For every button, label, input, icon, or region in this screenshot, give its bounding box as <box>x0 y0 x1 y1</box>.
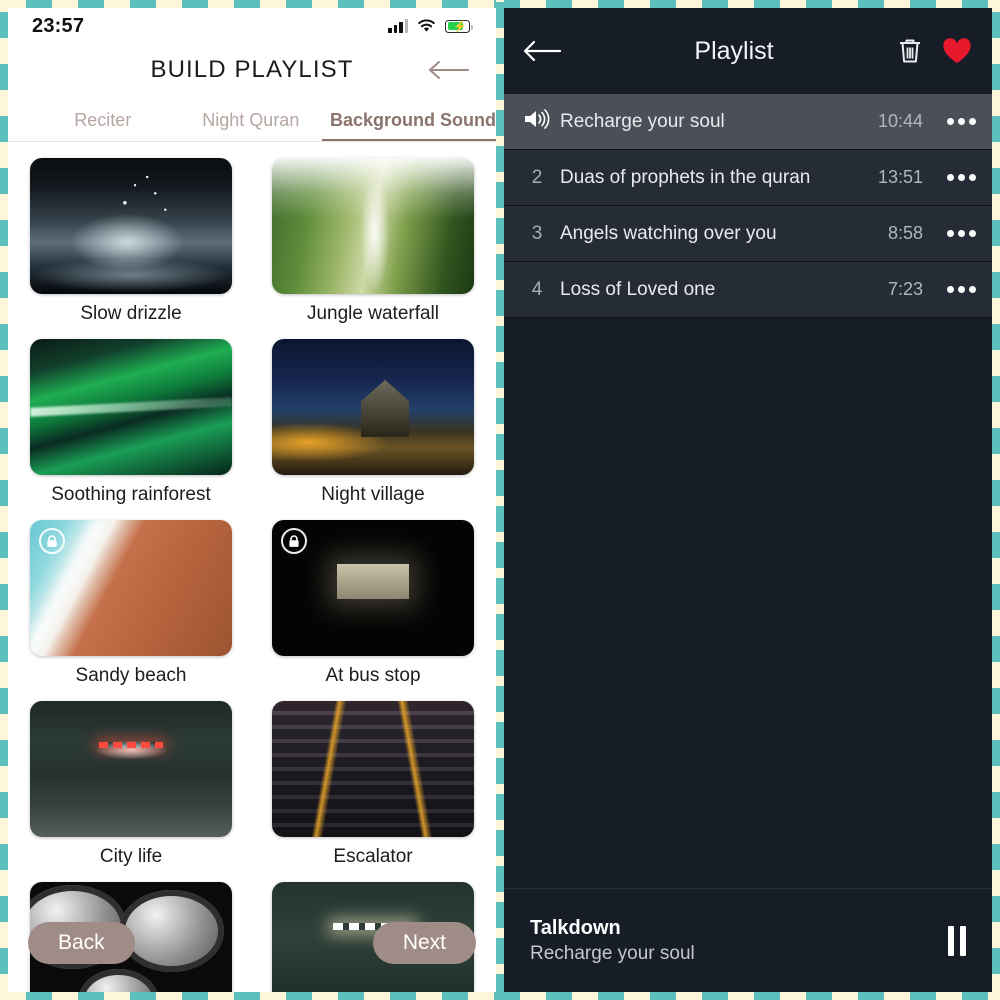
status-bar-clock: 23:57 <box>32 14 85 37</box>
screenshot-stage: 23:57 ⚡ BUILD PLAYLIST Reciter Night Qur… <box>0 0 1000 1000</box>
playlist-app-bar: Playlist <box>504 8 992 94</box>
track-duration: 10:44 <box>877 111 923 131</box>
now-playing-subtitle: Recharge your soul <box>530 942 695 964</box>
lock-icon <box>39 528 65 554</box>
sound-thumbnail <box>30 520 232 656</box>
playlist-row[interactable]: 4 Loss of Loved one 7:23 <box>504 262 992 318</box>
status-bar-icons: ⚡ <box>388 19 474 33</box>
volume-up-icon <box>514 107 560 137</box>
sound-card[interactable]: Sandy beach <box>30 520 232 687</box>
track-name: Duas of prophets in the quran <box>560 166 811 188</box>
app-bar: BUILD PLAYLIST <box>8 44 496 96</box>
playlist-row[interactable]: 3 Angels watching over you 8:58 <box>504 206 992 262</box>
playlist-empty-area <box>504 318 992 888</box>
track-name: Angels watching over you <box>560 222 777 244</box>
playlist-row[interactable]: 2 Duas of prophets in the quran 13:51 <box>504 150 992 206</box>
signal-bars-icon <box>388 19 408 33</box>
arrow-left-icon[interactable] <box>522 39 562 63</box>
sound-thumbnail <box>272 339 474 475</box>
track-duration: 8:58 <box>887 223 923 243</box>
sound-thumbnail <box>272 701 474 837</box>
sound-card[interactable]: City life <box>30 701 232 868</box>
tab-bar: Reciter Night Quran Background Sound <box>8 96 496 142</box>
sound-thumbnail <box>30 158 232 294</box>
sound-label: Soothing rainforest <box>51 484 211 505</box>
track-index: 4 <box>531 278 543 300</box>
lock-icon <box>281 528 307 554</box>
playlist-screen: Playlist Recharge your soul 10:44 2 Duas… <box>504 8 992 992</box>
track-name: Loss of Loved one <box>560 278 716 300</box>
more-horizontal-icon[interactable] <box>947 230 976 237</box>
build-playlist-screen: 23:57 ⚡ BUILD PLAYLIST Reciter Night Qur… <box>8 8 496 992</box>
now-playing-title: Talkdown <box>530 916 621 939</box>
trash-icon[interactable] <box>896 36 924 66</box>
sound-label: Escalator <box>333 846 413 867</box>
sound-thumbnail <box>30 339 232 475</box>
sound-label: Slow drizzle <box>80 303 182 324</box>
now-playing-meta: Talkdown Recharge your soul <box>530 917 948 965</box>
sound-thumbnail <box>30 701 232 837</box>
track-index: 3 <box>531 222 543 244</box>
sound-label: At bus stop <box>325 665 421 686</box>
sound-label: Night village <box>321 484 425 505</box>
battery-charging-icon: ⚡ <box>445 19 474 33</box>
sound-thumbnail <box>272 158 474 294</box>
heart-icon[interactable] <box>940 36 974 66</box>
tab-reciter[interactable]: Reciter <box>26 110 180 141</box>
sound-label: Jungle waterfall <box>306 303 440 324</box>
next-button[interactable]: Next <box>372 922 476 964</box>
sound-card[interactable]: Jungle waterfall <box>272 158 474 325</box>
now-playing-bar[interactable]: Talkdown Recharge your soul <box>504 888 992 992</box>
sound-card[interactable]: At bus stop <box>272 520 474 687</box>
tab-background-sound[interactable]: Background Sound <box>322 110 496 141</box>
sound-card[interactable]: Escalator <box>272 701 474 868</box>
sound-label: City life <box>99 846 163 867</box>
status-bar: 23:57 ⚡ <box>8 8 496 44</box>
playlist-title: Playlist <box>694 36 774 65</box>
track-duration: 13:51 <box>877 167 923 187</box>
sound-card[interactable]: Slow drizzle <box>30 158 232 325</box>
arrow-left-icon[interactable] <box>426 58 470 82</box>
wifi-icon <box>418 19 435 32</box>
sound-grid: Slow drizzle Jungle waterfall Soothing r… <box>8 142 496 992</box>
more-horizontal-icon[interactable] <box>947 286 976 293</box>
track-duration: 7:23 <box>887 279 923 299</box>
tab-night-quran[interactable]: Night Quran <box>180 110 322 141</box>
page-title: BUILD PLAYLIST <box>150 56 354 83</box>
more-horizontal-icon[interactable] <box>947 174 976 181</box>
sound-thumbnail <box>272 520 474 656</box>
track-name: Recharge your soul <box>560 110 725 132</box>
sound-card[interactable]: Night village <box>272 339 474 506</box>
track-index: 2 <box>531 166 543 188</box>
playlist-row[interactable]: Recharge your soul 10:44 <box>504 94 992 150</box>
more-horizontal-icon[interactable] <box>947 118 976 125</box>
sound-card[interactable]: Soothing rainforest <box>30 339 232 506</box>
pane-divider <box>496 0 504 1000</box>
back-button[interactable]: Back <box>28 922 135 964</box>
sound-label: Sandy beach <box>75 665 187 686</box>
pause-icon[interactable] <box>948 925 966 956</box>
